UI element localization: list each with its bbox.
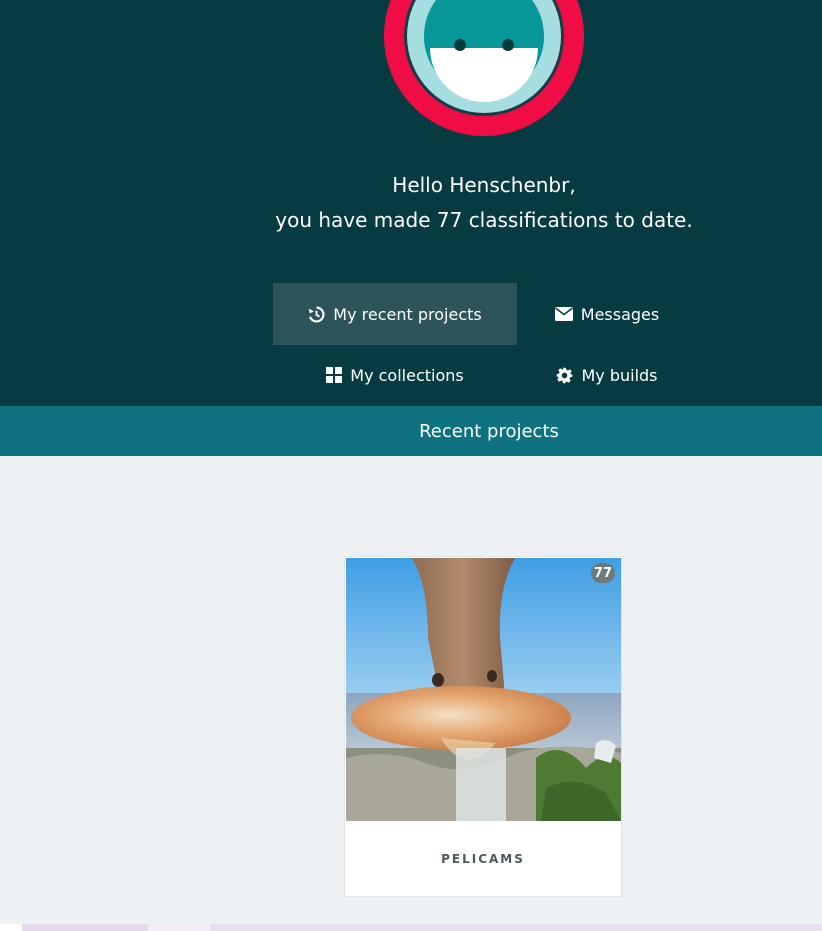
grid-icon [326, 367, 343, 383]
section-header: Recent projects [0, 406, 822, 456]
nav-label: My builds [581, 365, 658, 385]
project-name: PELICAMS [441, 852, 525, 866]
my-collections-button[interactable]: My collections [273, 344, 517, 406]
my-builds-button[interactable]: My builds [517, 344, 697, 406]
gear-icon [557, 367, 573, 383]
project-card-pelicams[interactable]: 77 PELICAMS [345, 557, 621, 896]
nav-label: My recent projects [333, 304, 482, 324]
next-section-edge [0, 924, 822, 931]
nav-label: My collections [350, 365, 464, 385]
nav-label: Messages [580, 304, 660, 324]
history-icon [309, 306, 325, 322]
project-thumbnail [346, 558, 621, 821]
section-title: Recent projects [419, 420, 559, 442]
greeting-line: Hello Henschenbr, [392, 173, 576, 197]
profile-hero: Hello Henschenbr, you have made 77 class… [0, 0, 822, 406]
my-recent-projects-button[interactable]: My recent projects [273, 283, 517, 345]
envelope-icon [554, 307, 573, 321]
classification-count-text: you have made 77 classifications to date… [275, 208, 693, 232]
messages-button[interactable]: Messages [517, 283, 697, 345]
classification-count-badge: 77 [590, 563, 615, 583]
avatar [384, 0, 584, 136]
